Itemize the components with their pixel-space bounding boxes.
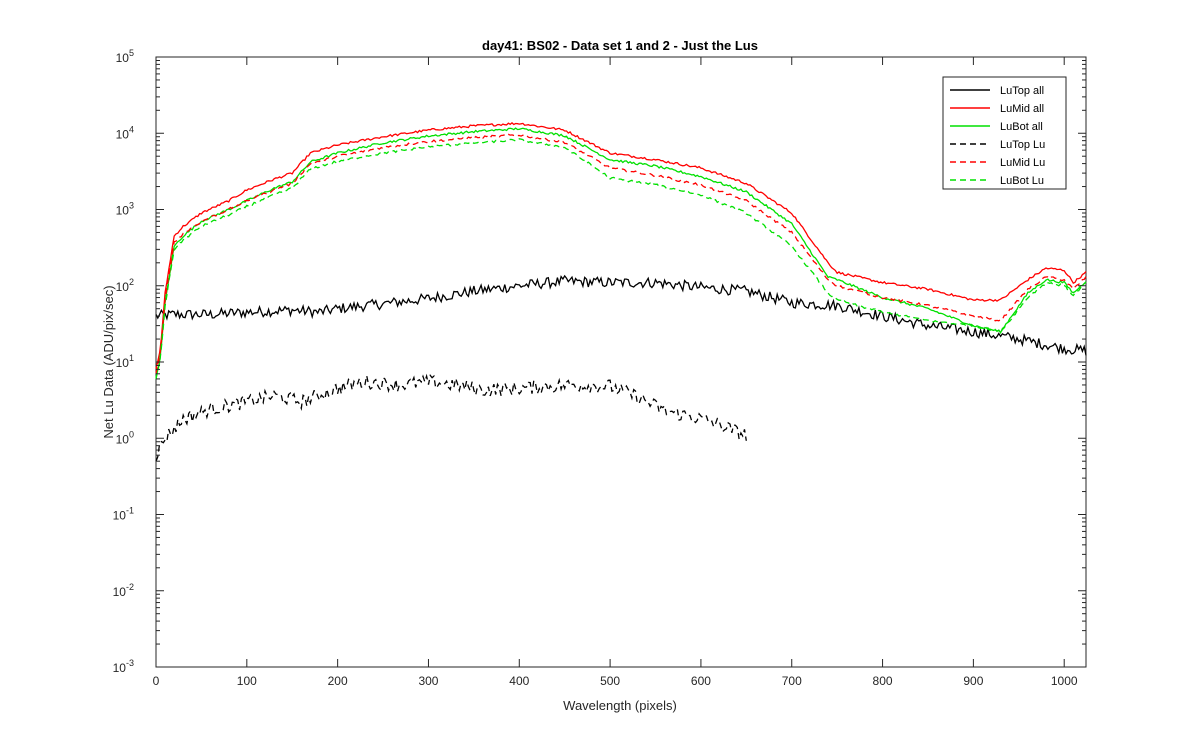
x-tick-label: 700 bbox=[782, 674, 802, 688]
x-tick-label: 100 bbox=[237, 674, 257, 688]
legend-label-2: LuBot all bbox=[1000, 121, 1043, 133]
x-tick-label: 0 bbox=[153, 674, 160, 688]
legend-label-5: LuBot Lu bbox=[1000, 175, 1044, 187]
plot-area: 0 100 200 300 400 500 600 700 800 900 100010-310-2… bbox=[113, 48, 1087, 688]
legend-label-1: LuMid all bbox=[1000, 103, 1044, 115]
chart: day41: BS02 - Data set 1 and 2 - Just th… bbox=[0, 0, 1200, 750]
x-tick-label: 300 bbox=[418, 674, 438, 688]
legend-label-3: LuTop Lu bbox=[1000, 139, 1045, 151]
chart-title: day41: BS02 - Data set 1 and 2 - Just th… bbox=[482, 38, 758, 53]
x-axis-label: Wavelength (pixels) bbox=[563, 698, 677, 713]
x-tick-label: 600 bbox=[691, 674, 711, 688]
y-axis-label: Net Lu Data (ADU/pix/sec) bbox=[101, 285, 116, 438]
x-tick-label: 400 bbox=[509, 674, 529, 688]
x-tick-label: 900 bbox=[963, 674, 983, 688]
x-tick-label: 800 bbox=[873, 674, 893, 688]
x-tick-label: 1000 bbox=[1051, 674, 1078, 688]
x-tick-label: 500 bbox=[600, 674, 620, 688]
legend-label-4: LuMid Lu bbox=[1000, 157, 1045, 169]
legend: LuTop all LuMid all LuBot all LuTop Lu LuMid… bbox=[942, 76, 1067, 190]
legend-label-0: LuTop all bbox=[1000, 85, 1044, 97]
x-tick-label: 200 bbox=[328, 674, 348, 688]
